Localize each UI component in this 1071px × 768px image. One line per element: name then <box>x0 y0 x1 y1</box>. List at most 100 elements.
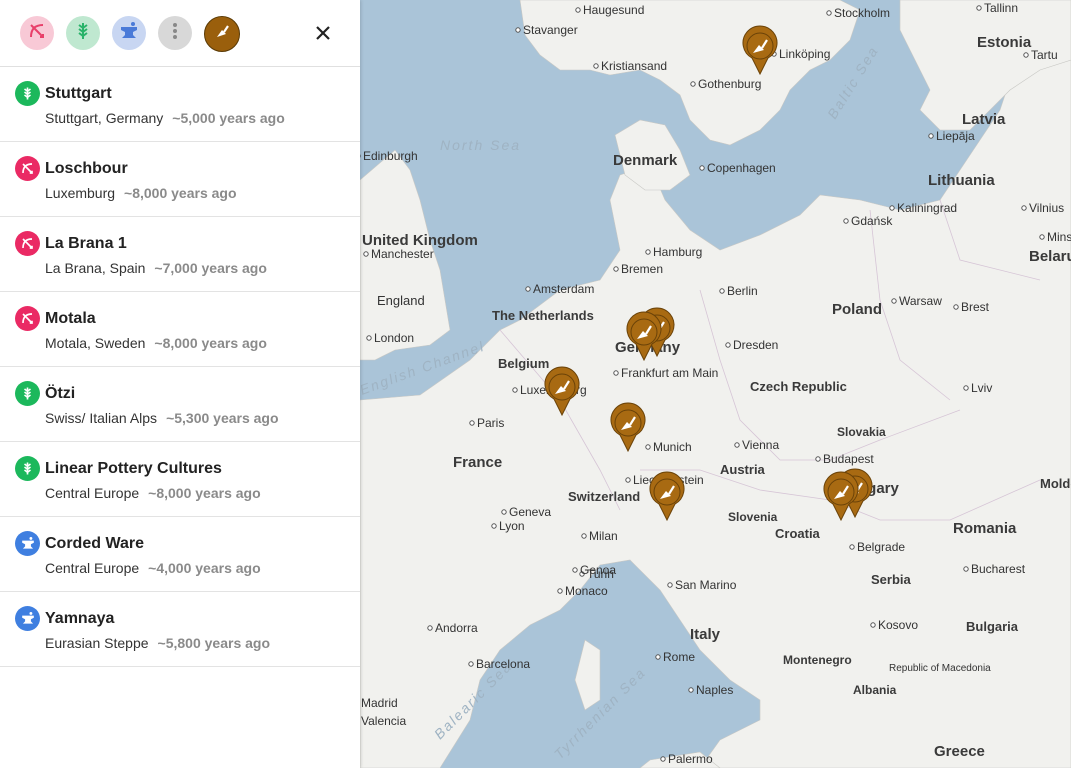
city-dot <box>891 298 897 304</box>
country-label: Latvia <box>962 111 1006 128</box>
city-dot <box>491 523 497 529</box>
city-dot <box>719 288 725 294</box>
city-dot <box>427 625 433 631</box>
city-label: Milan <box>589 529 618 543</box>
sample-place: Eurasian Steppe ~5,800 years ago <box>45 635 270 651</box>
city-label: Munich <box>653 440 692 454</box>
country-label: Switzerland <box>568 489 640 504</box>
city-label: Amsterdam <box>533 282 594 296</box>
city-dot <box>363 251 369 257</box>
sample-place: Motala, Sweden ~8,000 years ago <box>45 335 267 351</box>
sample-location: Central Europe <box>45 485 140 501</box>
city-dot <box>734 442 740 448</box>
city-label: Stavanger <box>523 23 578 37</box>
sample-list-item[interactable]: Yamnaya Eurasian Steppe ~5,800 years ago <box>0 592 360 667</box>
city-label: Madrid <box>361 696 398 710</box>
more-filter[interactable] <box>158 16 192 50</box>
city-label: Dresden <box>733 338 778 352</box>
farmer-filter[interactable] <box>66 16 100 50</box>
city-label: Budapest <box>823 452 874 466</box>
city-label: Palermo <box>668 752 713 766</box>
country-label: Slovakia <box>837 425 886 439</box>
city-dot <box>849 544 855 550</box>
country-label: Serbia <box>871 572 912 587</box>
city-dot <box>581 533 587 539</box>
city-label: Hamburg <box>653 245 702 259</box>
city-label: Warsaw <box>899 294 942 308</box>
sample-name: Linear Pottery Cultures <box>45 460 222 477</box>
city-dot <box>512 387 518 393</box>
sample-list-item[interactable]: La Brana 1 La Brana, Spain ~7,000 years ag… <box>0 217 360 292</box>
city-dot <box>870 622 876 628</box>
bow-arrow-icon <box>15 156 40 181</box>
city-dot <box>928 133 934 139</box>
city-label: Kristiansand <box>601 59 667 73</box>
city-dot <box>725 342 731 348</box>
city-label: Bremen <box>621 262 663 276</box>
city-dot <box>468 661 474 667</box>
sample-list-item[interactable]: Corded Ware Central Europe ~4,000 years ag… <box>0 517 360 592</box>
city-label: Tartu <box>1031 48 1058 62</box>
country-label: The Netherlands <box>492 308 594 323</box>
city-dot <box>1021 205 1027 211</box>
city-dot <box>575 7 581 13</box>
city-label: Genoa <box>580 563 616 577</box>
country-label: Romania <box>953 520 1017 537</box>
city-label: Stockholm <box>834 6 890 20</box>
sample-place: La Brana, Spain ~7,000 years ago <box>45 260 267 276</box>
wheat-icon <box>73 21 93 46</box>
country-label: Albania <box>853 683 897 697</box>
close-button[interactable] <box>312 22 334 44</box>
city-label: Kaliningrad <box>897 201 957 215</box>
filter-toolbar <box>0 0 360 67</box>
city-label: Liepāja <box>936 129 975 143</box>
sample-name: Stuttgart <box>45 85 112 102</box>
sample-list-item[interactable]: Ötzi Swiss/ Italian Alps ~5,300 years ago <box>0 367 360 442</box>
sample-list-item[interactable]: Linear Pottery Cultures Central Europe ~8,… <box>0 442 360 517</box>
country-label: Belgium <box>498 356 549 371</box>
city-label: Lviv <box>971 381 992 395</box>
city-dot <box>826 10 832 16</box>
city-label: Copenhagen <box>707 161 776 175</box>
city-label: Kosovo <box>878 618 918 632</box>
city-label: Minsk <box>1047 230 1071 244</box>
city-label: Manchester <box>371 247 434 261</box>
city-dot <box>469 420 475 426</box>
sample-age: ~5,300 years ago <box>166 410 279 426</box>
sample-place: Central Europe ~4,000 years ago <box>45 560 261 576</box>
country-label: Moldova <box>1040 476 1071 491</box>
sample-list-item[interactable]: Motala Motala, Sweden ~8,000 years ago <box>0 292 360 367</box>
city-label: Valencia <box>361 714 406 728</box>
city-dot <box>690 81 696 87</box>
sample-place: Swiss/ Italian Alps ~5,300 years ago <box>45 410 279 426</box>
city-label: Haugesund <box>583 3 644 17</box>
sample-place: Luxemburg ~8,000 years ago <box>45 185 237 201</box>
city-label: Belgrade <box>857 540 905 554</box>
sample-location: La Brana, Spain <box>45 260 146 276</box>
close-icon <box>312 26 334 48</box>
city-dot <box>963 385 969 391</box>
country-label: Slovenia <box>728 510 778 524</box>
sample-list-item[interactable]: Loschbour Luxemburg ~8,000 years ago <box>0 142 360 217</box>
city-dot <box>366 335 372 341</box>
city-dot <box>613 266 619 272</box>
city-dot <box>655 654 661 660</box>
hunter-gatherer-filter[interactable] <box>20 16 54 50</box>
anvil-icon <box>15 606 40 631</box>
sample-name: Loschbour <box>45 160 128 177</box>
city-dot <box>572 567 578 573</box>
sample-list-item[interactable]: Stuttgart Stuttgart, Germany ~5,000 years … <box>0 67 360 142</box>
sample-location: Eurasian Steppe <box>45 635 149 651</box>
city-dot <box>515 27 521 33</box>
city-label: Brest <box>961 300 990 314</box>
sample-place: Stuttgart, Germany ~5,000 years ago <box>45 110 285 126</box>
city-label: Rome <box>663 650 695 664</box>
herder-filter[interactable] <box>112 16 146 50</box>
city-label: Barcelona <box>476 657 530 671</box>
city-label: Edinburgh <box>363 149 418 163</box>
city-dot <box>593 63 599 69</box>
dig-site-filter[interactable] <box>204 16 240 52</box>
sample-location: Luxemburg <box>45 185 116 201</box>
city-label: Gothenburg <box>698 77 761 91</box>
city-label: Gdańsk <box>851 214 893 228</box>
